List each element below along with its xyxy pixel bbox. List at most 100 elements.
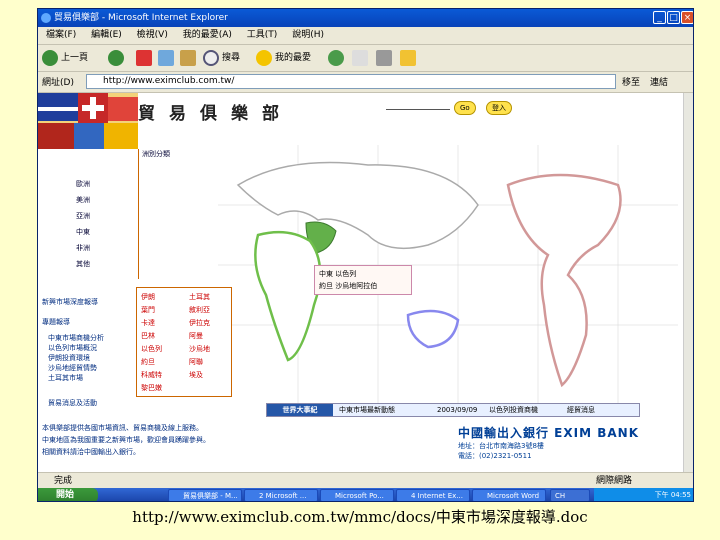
print-button[interactable]	[376, 49, 395, 67]
country-item[interactable]: 埃及	[189, 370, 203, 380]
menu-tools[interactable]: 工具(T)	[247, 30, 278, 40]
menu-view[interactable]: 檢視(V)	[137, 30, 168, 40]
menu-edit[interactable]: 編輯(E)	[91, 30, 122, 40]
country-item[interactable]: 黎巴嫩	[141, 383, 162, 393]
history-button[interactable]	[328, 49, 347, 67]
news-tag: 世界大事紀	[267, 404, 333, 416]
forward-button[interactable]	[108, 49, 127, 67]
news-bar: 世界大事紀 中東市場最新動態 2003/09/09 以色列投資商機 經貿消息	[266, 403, 640, 417]
site-search-input[interactable]	[386, 109, 450, 110]
favorites-label: 我的最愛	[275, 53, 312, 63]
home-icon	[180, 49, 196, 66]
task-button[interactable]: 貿易俱樂部 - M...	[168, 489, 242, 501]
menu-help[interactable]: 說明(H)	[292, 30, 324, 40]
folder-button[interactable]	[400, 49, 419, 67]
task-button[interactable]: Microsoft Po...	[320, 489, 394, 501]
address-bar: 網址(D) http://www.eximclub.com.tw/ 移至 連結	[38, 72, 693, 93]
news-item: 2003/09/09	[437, 406, 478, 414]
menu-bar: 檔案(F) 編輯(E) 檢視(V) 我的最愛(A) 工具(T) 說明(H)	[38, 27, 693, 45]
left-item[interactable]: 沙烏地經貿情勢	[48, 363, 97, 373]
forward-icon	[108, 49, 124, 66]
country-item[interactable]: 敘利亞	[189, 305, 210, 315]
country-item[interactable]: 卡達	[141, 318, 155, 328]
menu-favorites[interactable]: 我的最愛(A)	[183, 30, 232, 40]
address-input[interactable]: http://www.eximclub.com.tw/	[86, 74, 616, 89]
address-label: 網址(D)	[42, 78, 74, 88]
country-item[interactable]: 以色列	[141, 344, 162, 354]
footer-line: 相關資料請洽中國輸出入銀行。	[42, 448, 140, 456]
category-africa[interactable]: 非洲	[76, 243, 90, 253]
category-middle-east[interactable]: 中東	[76, 227, 90, 237]
site-login-button[interactable]: 登入	[486, 101, 512, 115]
country-item[interactable]: 伊拉克	[189, 318, 210, 328]
search-icon	[203, 49, 219, 66]
left-heading[interactable]: 新興市場深度報導	[42, 297, 98, 307]
category-asia[interactable]: 亞洲	[76, 211, 90, 221]
caption-url: http://www.eximclub.com.tw/mmc/docs/中東市場…	[132, 508, 588, 526]
close-button[interactable]: ×	[681, 11, 693, 24]
bank-phone: 電話：(02)2321-0511	[458, 452, 532, 460]
country-item[interactable]: 約旦	[141, 357, 155, 367]
category-other[interactable]: 其他	[76, 259, 90, 269]
stop-button[interactable]	[136, 49, 155, 67]
minimize-button[interactable]: _	[653, 11, 666, 24]
country-item[interactable]: 科威特	[141, 370, 162, 380]
back-icon	[42, 49, 58, 66]
left-subheading: 專題報導	[42, 318, 70, 326]
start-button[interactable]: 開始	[38, 488, 98, 501]
web-content: 貿易俱樂部 Go 登入 洲別分類 歐洲 美洲 亞洲 中東 非洲 其他 中東 以色…	[38, 93, 683, 472]
world-map[interactable]	[218, 145, 678, 405]
news-item[interactable]: 以色列投資商機	[489, 404, 538, 416]
favorites-button[interactable]: 我的最愛	[256, 49, 311, 67]
left-item[interactable]: 土耳其市場	[48, 373, 83, 383]
task-button[interactable]: Microsoft Word	[472, 489, 546, 501]
category-header: 洲別分類	[142, 150, 170, 158]
news-item[interactable]: 經貿消息	[567, 404, 595, 416]
system-tray: 下午 04:55	[594, 488, 693, 501]
search-label: 搜尋	[222, 53, 241, 63]
browser-window: 貿易俱樂部 - Microsoft Internet Explorer _ □ …	[37, 8, 694, 502]
home-button[interactable]	[180, 49, 199, 67]
maximize-button[interactable]: □	[667, 11, 680, 24]
popup-line1: 中東 以色列	[319, 270, 357, 278]
bottom-link[interactable]: 貿易消息及活動	[48, 398, 97, 408]
ie-icon	[41, 13, 51, 23]
refresh-icon	[158, 49, 174, 66]
back-button[interactable]: 上一頁	[42, 49, 88, 67]
window-title: 貿易俱樂部 - Microsoft Internet Explorer	[54, 13, 228, 23]
menu-file[interactable]: 檔案(F)	[46, 30, 76, 40]
flags-banner	[38, 93, 138, 149]
country-item[interactable]: 沙烏地	[189, 344, 210, 354]
favorites-icon	[256, 49, 272, 66]
category-americas[interactable]: 美洲	[76, 195, 90, 205]
country-item[interactable]: 葉門	[141, 305, 155, 315]
go-button[interactable]: 移至	[622, 75, 640, 88]
country-item[interactable]: 阿聯	[189, 357, 203, 367]
history-icon	[328, 49, 344, 66]
left-item[interactable]: 中東市場商機分析	[48, 333, 104, 343]
footer-line: 本俱樂部提供各國市場資訊、貿易商機及線上服務。	[42, 424, 203, 432]
country-item[interactable]: 阿曼	[189, 331, 203, 341]
task-button[interactable]: 4 Internet Ex...	[396, 489, 470, 501]
popup-line2: 約旦 沙烏地阿拉伯	[319, 282, 378, 290]
country-item[interactable]: 土耳其	[189, 292, 210, 302]
refresh-button[interactable]	[158, 49, 177, 67]
site-go-button[interactable]: Go	[454, 101, 476, 115]
mail-button[interactable]	[352, 49, 371, 67]
toolbar: 上一頁 搜尋 我的最愛	[38, 45, 693, 72]
back-label: 上一頁	[61, 53, 89, 63]
task-button[interactable]: 2 Microsoft ...	[244, 489, 318, 501]
left-item[interactable]: 伊朗投資環境	[48, 353, 90, 363]
left-item[interactable]: 以色列市場概況	[48, 343, 97, 353]
search-button[interactable]: 搜尋	[203, 49, 240, 67]
status-left: 完成	[54, 476, 73, 486]
news-item[interactable]: 中東市場最新動態	[339, 404, 395, 416]
country-item[interactable]: 伊朗	[141, 292, 155, 302]
category-europe[interactable]: 歐洲	[76, 179, 90, 189]
region-popup: 中東 以色列 約旦 沙烏地阿拉伯	[314, 265, 412, 295]
bank-logo: 中國輸出入銀行 EXIM BANK	[458, 426, 639, 440]
country-item[interactable]: 巴林	[141, 331, 155, 341]
links-button[interactable]: 連結	[650, 75, 668, 88]
language-indicator[interactable]: CH	[550, 489, 590, 501]
vertical-scrollbar[interactable]	[683, 93, 693, 472]
